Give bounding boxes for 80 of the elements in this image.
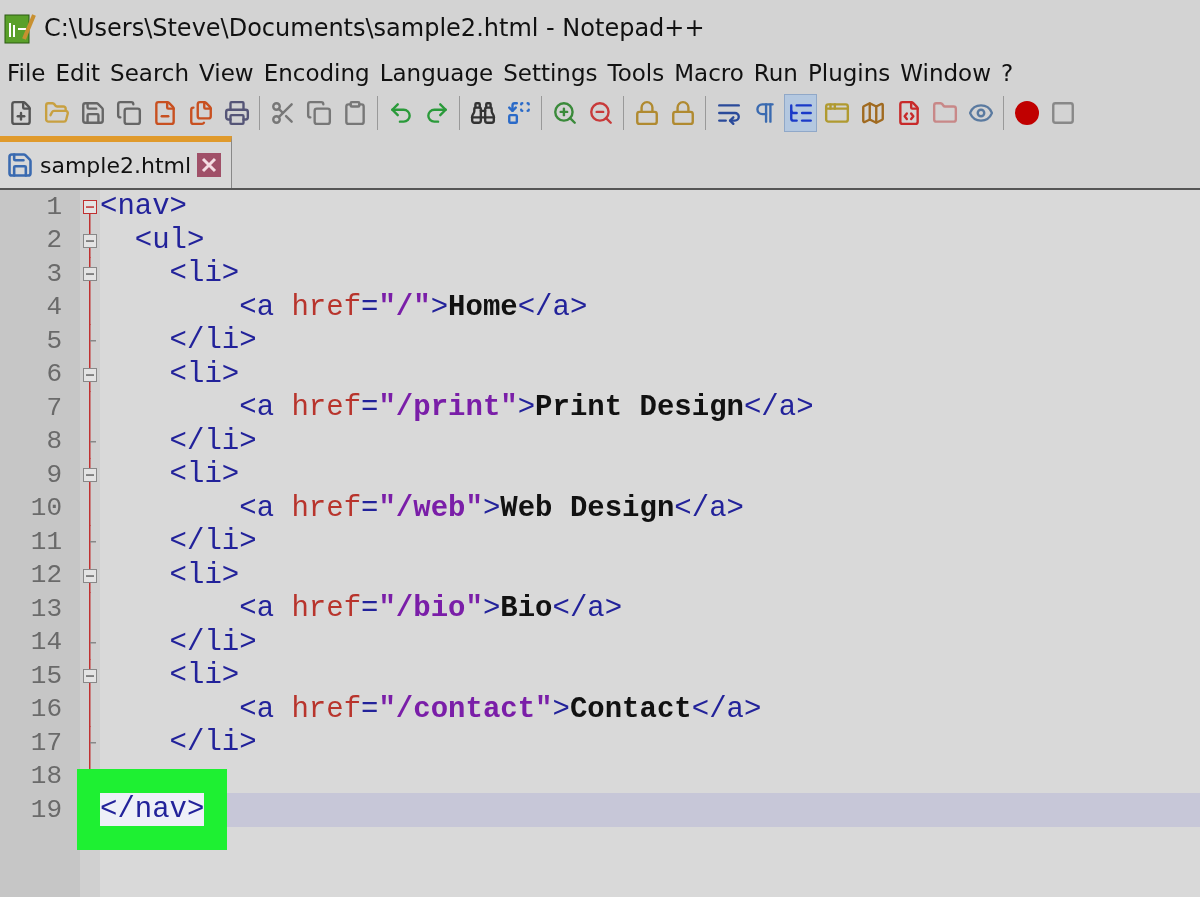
line-number: 17 (29, 727, 62, 758)
menu-item[interactable]: Language (374, 59, 499, 86)
line-number: 7 (45, 392, 62, 423)
line-number: 9 (45, 459, 62, 490)
line-number: 8 (45, 426, 62, 457)
map-icon (859, 100, 886, 126)
line-number: 6 (45, 359, 62, 390)
code-line: <a href="/print">Print Design</a> (238, 391, 814, 425)
lock-icon (633, 100, 660, 126)
menu-item[interactable]: Run (748, 59, 803, 86)
code-line: <li> (168, 357, 240, 391)
fold-minus-icon[interactable] (83, 223, 97, 258)
stop-icon (1049, 100, 1076, 126)
window-title: C:\Users\Steve\Documents\sample2.html - Notepad++ (44, 13, 705, 42)
code-line: <a href="/web">Web Design</a> (238, 491, 744, 525)
line-number: 18 (29, 761, 62, 792)
window-icon (823, 100, 850, 126)
menu-item[interactable]: Search (105, 59, 195, 86)
code-line: <a href="/contact">Contact</a> (238, 692, 762, 726)
copy-icon (305, 100, 332, 126)
menu-item[interactable]: View (194, 59, 259, 86)
code-line: </li> (168, 324, 257, 358)
zoom-out-icon (587, 100, 614, 126)
line-number: 4 (45, 292, 62, 323)
line-number: 11 (29, 526, 62, 557)
code-line: </li> (168, 525, 257, 559)
menu-item[interactable]: Window (895, 59, 996, 86)
replace-icon (505, 100, 532, 126)
save-icon (6, 151, 34, 179)
line-number: 2 (45, 225, 62, 256)
code-line: </li> (168, 424, 257, 458)
line-number: 10 (29, 493, 62, 524)
fold-minus-icon[interactable] (83, 558, 97, 593)
close-all-icon (187, 100, 214, 126)
code-line: <nav> (100, 190, 187, 224)
line-number: 12 (29, 560, 62, 591)
fold-minus-icon[interactable] (83, 659, 97, 693)
open-folder-icon (43, 100, 70, 126)
menu-item[interactable]: ? (996, 59, 1019, 86)
file-tab[interactable]: sample2.html (0, 136, 233, 188)
menu-item[interactable]: Macro (669, 59, 749, 86)
code-line: <li> (168, 659, 240, 693)
line-number: 16 (29, 694, 62, 725)
code-line: <a href="/bio">Bio</a> (238, 592, 623, 626)
line-number: 19 (29, 794, 62, 825)
code-line: </li> (168, 726, 257, 760)
tab-label: sample2.html (40, 152, 192, 178)
binoculars-icon (469, 100, 496, 126)
fold-minus-icon[interactable] (83, 257, 97, 291)
code-line: <ul> (133, 223, 205, 257)
menu-item[interactable]: Tools (602, 59, 670, 86)
code-line: <a href="/">Home</a> (238, 290, 588, 324)
save-all-icon (115, 100, 142, 126)
code-line: </li> (168, 625, 257, 659)
line-number: 5 (45, 325, 62, 356)
menu-item[interactable]: Encoding (258, 59, 375, 86)
line-number: 14 (29, 627, 62, 658)
printer-icon (223, 100, 250, 126)
zoom-in-icon (551, 100, 578, 126)
code-line: <li> (168, 257, 240, 291)
menu-item[interactable]: Plugins (802, 59, 896, 86)
line-number: 1 (45, 191, 62, 222)
folder-icon (931, 100, 958, 126)
record-icon (1013, 100, 1040, 126)
code-line: <li> (168, 458, 240, 492)
menu-item[interactable]: File (2, 59, 51, 86)
lock-icon (669, 100, 696, 126)
fold-minus-icon[interactable] (83, 458, 97, 492)
close-icon[interactable] (197, 153, 222, 177)
fold-minus-icon[interactable] (83, 357, 97, 392)
toolbar-button[interactable] (784, 94, 817, 132)
line-number: 13 (29, 593, 62, 624)
code-line: <li> (168, 558, 240, 592)
menu-item[interactable]: Edit (50, 59, 106, 86)
save-icon (79, 100, 106, 126)
scissors-icon (269, 100, 296, 126)
line-number: 3 (45, 258, 62, 289)
menu-item[interactable]: Settings (498, 59, 603, 86)
line-number: 15 (29, 660, 62, 691)
fold-minus-icon[interactable] (83, 200, 97, 224)
